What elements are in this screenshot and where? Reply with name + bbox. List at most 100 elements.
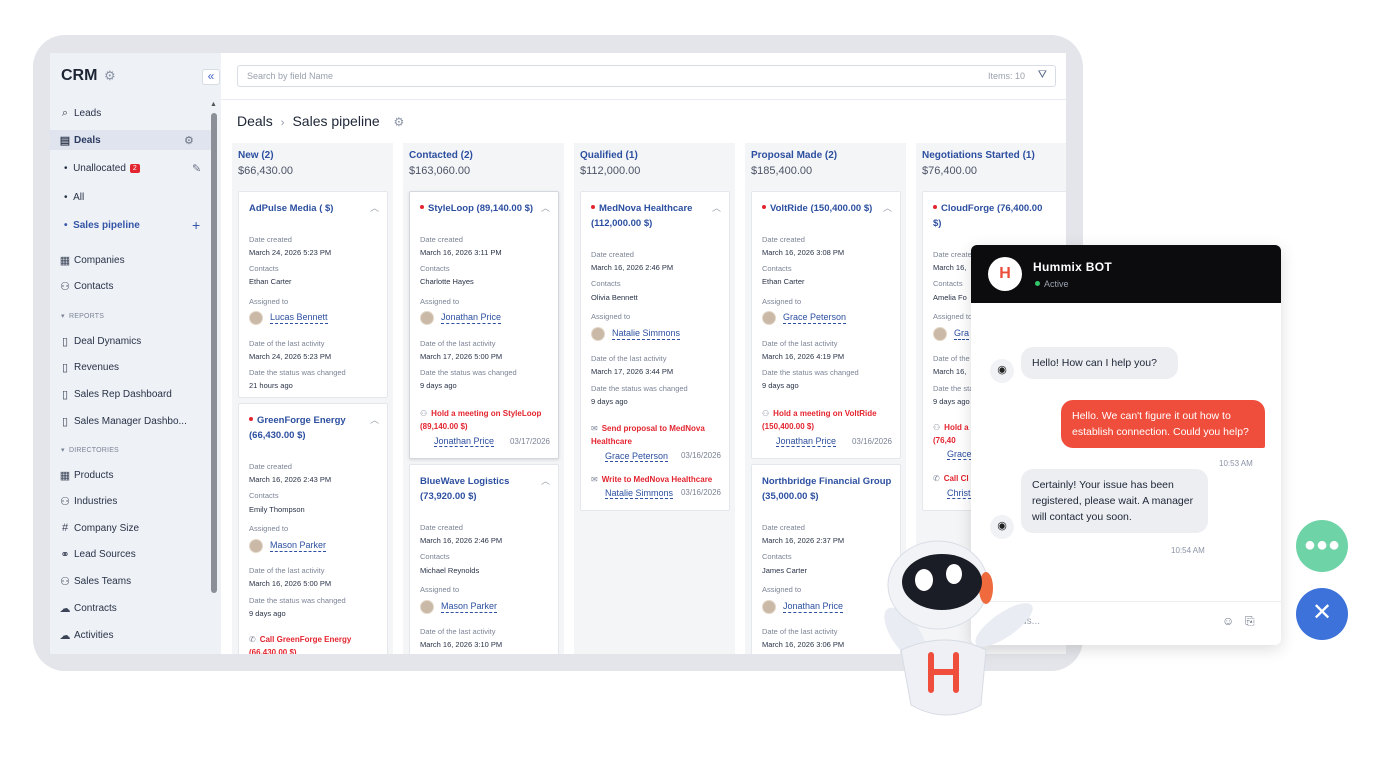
sidebar-item-industries[interactable]: ⚇ Industries xyxy=(58,491,208,511)
activity-date: 03/16/2026 xyxy=(851,437,892,446)
column-title: Contacted (2) xyxy=(409,150,473,161)
report-doc-icon: ▯ xyxy=(61,335,69,348)
activity-call[interactable]: ✆ Call GreenForge Energy (66,430.00 $) xyxy=(249,633,387,654)
cloud-icon: ☁ xyxy=(59,629,71,642)
robot-eye xyxy=(946,564,962,584)
collapse-caret-icon[interactable]: ︿ xyxy=(712,201,721,214)
deals-settings-gear-icon[interactable]: ⚙ xyxy=(184,134,194,147)
collapse-sidebar-button[interactable]: « xyxy=(202,69,220,85)
emoji-icon[interactable]: ☺ xyxy=(1222,614,1234,628)
column-title: Qualified (1) xyxy=(580,150,638,161)
sidebar-item-deal-dynamics[interactable]: ▯ Deal Dynamics xyxy=(58,331,208,351)
sidebar: CRM ⚙ « ⌕ Leads ▤ Deals ⚙ • Unallocated 2… xyxy=(50,53,221,654)
contacts-icon: ⚇ xyxy=(60,280,70,293)
sidebar-item-label: Contacts xyxy=(74,280,114,292)
meeting-icon: ⚇ xyxy=(933,423,941,432)
sidebar-scrollbar[interactable] xyxy=(211,113,217,593)
collapse-caret-icon[interactable]: ︿ xyxy=(883,201,892,214)
deal-card[interactable]: AdPulse Media ( $) ︿ Date created March … xyxy=(238,191,388,398)
sidebar-subitem-all[interactable]: • All xyxy=(64,192,84,203)
sidebar-item-products[interactable]: ▦ Products xyxy=(58,465,208,485)
collapse-caret-icon[interactable]: ︿ xyxy=(370,201,379,214)
activity-person[interactable]: Grace Peterson xyxy=(605,451,669,462)
attachment-icon[interactable]: ⎘ xyxy=(1245,614,1255,629)
sidebar-subitem-sales-pipeline[interactable]: • Sales pipeline + xyxy=(64,217,200,233)
assignee[interactable]: Jonathan Price xyxy=(762,600,844,614)
deal-card[interactable]: MedNova Healthcare (112,000.00 $) ︿ Date… xyxy=(580,191,730,511)
activity-person[interactable]: Christ xyxy=(947,488,971,499)
column-title: New (2) xyxy=(238,150,274,161)
assignee[interactable]: Jonathan Price xyxy=(420,311,502,325)
activity-person[interactable]: Jonathan Price xyxy=(776,436,837,447)
deal-card[interactable]: VoltRide (150,400.00 $) ︿ Date created M… xyxy=(751,191,901,459)
robot-body xyxy=(900,639,987,716)
sidebar-item-lead-sources[interactable]: ⚭ Lead Sources xyxy=(58,544,208,564)
add-plus-icon[interactable]: + xyxy=(192,217,200,233)
sidebar-item-sales-rep-dashboard[interactable]: ▯ Sales Rep Dashboard xyxy=(58,384,208,404)
open-chat-button[interactable]: ●●● xyxy=(1296,520,1348,572)
avatar xyxy=(420,600,434,614)
activity-person[interactable]: Grace xyxy=(947,449,972,460)
breadcrumb-deals-link[interactable]: Deals xyxy=(237,113,273,129)
deal-title[interactable]: AdPulse Media ( $) xyxy=(249,201,369,216)
column-amount: $76,400.00 xyxy=(922,165,978,177)
assignee[interactable]: Natalie Simmons xyxy=(591,327,681,341)
deal-title[interactable]: BlueWave Logistics (73,920.00 $) xyxy=(420,474,540,504)
deal-card[interactable]: GreenForge Energy (66,430.00 $) ︿ Date c… xyxy=(238,403,388,654)
deal-card[interactable]: BlueWave Logistics (73,920.00 $) ︿ Date … xyxy=(409,464,559,654)
collapse-caret-icon[interactable]: ︿ xyxy=(541,201,550,214)
pipeline-column-qualified: Qualified (1) $112,000.00 MedNova Health… xyxy=(574,143,735,654)
deal-title[interactable]: VoltRide (150,400.00 $) xyxy=(762,201,882,216)
deal-title[interactable]: CloudForge (76,400.00 $) xyxy=(933,201,1053,231)
activity-meeting[interactable]: ⚇ Hold a meeting on VoltRide (150,400.00 … xyxy=(762,407,900,433)
deal-title[interactable]: GreenForge Energy (66,430.00 $) xyxy=(249,413,369,443)
user-message: Hello. We can't figure it out how to est… xyxy=(1061,400,1265,448)
sidebar-item-company-size[interactable]: # Company Size xyxy=(58,518,208,538)
message-time: 10:53 AM xyxy=(1219,459,1253,468)
app-title: CRM xyxy=(61,67,98,84)
filter-funnel-icon[interactable]: ⛛ xyxy=(1038,69,1047,82)
column-title: Proposal Made (2) xyxy=(751,150,838,161)
lead-sources-icon: ⚭ xyxy=(60,548,70,561)
phone-icon: ✆ xyxy=(933,474,940,483)
sidebar-subitem-unallocated[interactable]: • Unallocated 2 ✎ xyxy=(64,163,201,175)
activity-email[interactable]: ✉ Send proposal to MedNova Healthcare xyxy=(591,422,729,448)
sidebar-item-leads[interactable]: ⌕ Leads xyxy=(58,103,208,123)
deal-title[interactable]: Northbridge Financial Group (35,000.00 $… xyxy=(762,474,897,504)
close-chat-button[interactable]: ✕ xyxy=(1296,588,1348,640)
sidebar-item-contracts[interactable]: ☁ Contracts xyxy=(58,598,208,618)
report-doc-icon: ▯ xyxy=(61,388,69,401)
pipeline-settings-gear-icon[interactable]: ⚙ xyxy=(394,115,405,129)
assignee[interactable]: Mason Parker xyxy=(420,600,498,614)
sidebar-subitem-label: All xyxy=(73,192,85,203)
collapse-caret-icon[interactable]: ︿ xyxy=(541,474,550,487)
phone-icon: ✆ xyxy=(249,635,256,644)
assignee[interactable]: Mason Parker xyxy=(249,539,327,553)
deal-card[interactable]: StyleLoop (89,140.00 $) ︿ Date created M… xyxy=(409,191,559,459)
sidebar-item-activities[interactable]: ☁ Activities xyxy=(58,625,208,645)
collapse-caret-icon[interactable]: ︿ xyxy=(370,413,379,426)
deal-title[interactable]: StyleLoop (89,140.00 $) xyxy=(420,201,540,216)
activity-person[interactable]: Jonathan Price xyxy=(434,436,495,447)
sidebar-item-contacts[interactable]: ⚇ Contacts xyxy=(58,276,208,296)
activity-person[interactable]: Natalie Simmons xyxy=(605,488,674,499)
hummix-logo-icon: H xyxy=(988,257,1022,291)
edit-pencil-icon[interactable]: ✎ xyxy=(192,162,201,175)
assignee[interactable]: Grace Peterson xyxy=(762,311,847,325)
activity-email[interactable]: ✉ Write to MedNova Healthcare xyxy=(591,473,729,486)
search-input[interactable]: Search by field Name Items: 10 ⛛ xyxy=(237,65,1056,87)
directories-section-header[interactable]: ▾ DIRECTORIES xyxy=(61,446,119,454)
sidebar-item-revenues[interactable]: ▯ Revenues xyxy=(58,357,208,377)
assignee[interactable]: Gra xyxy=(933,327,970,341)
assignee[interactable]: Lucas Bennett xyxy=(249,311,328,325)
sidebar-item-sales-manager-dashboard[interactable]: ▯ Sales Manager Dashbo... xyxy=(58,411,208,431)
settings-gear-icon[interactable]: ⚙ xyxy=(104,68,116,84)
activity-meeting[interactable]: ⚇ Hold a meeting on StyleLoop (89,140.00 … xyxy=(420,407,558,433)
reports-section-header[interactable]: ▾ REPORTS xyxy=(61,312,104,320)
deal-title[interactable]: MedNova Healthcare (112,000.00 $) xyxy=(591,201,711,231)
sidebar-item-deals[interactable]: ▤ Deals ⚙ xyxy=(50,130,212,150)
scroll-up-arrow-icon[interactable]: ▲ xyxy=(210,101,217,108)
sidebar-item-sales-teams[interactable]: ⚇ Sales Teams xyxy=(58,571,208,591)
avatar xyxy=(762,311,776,325)
sidebar-item-companies[interactable]: ▦ Companies xyxy=(58,250,208,270)
